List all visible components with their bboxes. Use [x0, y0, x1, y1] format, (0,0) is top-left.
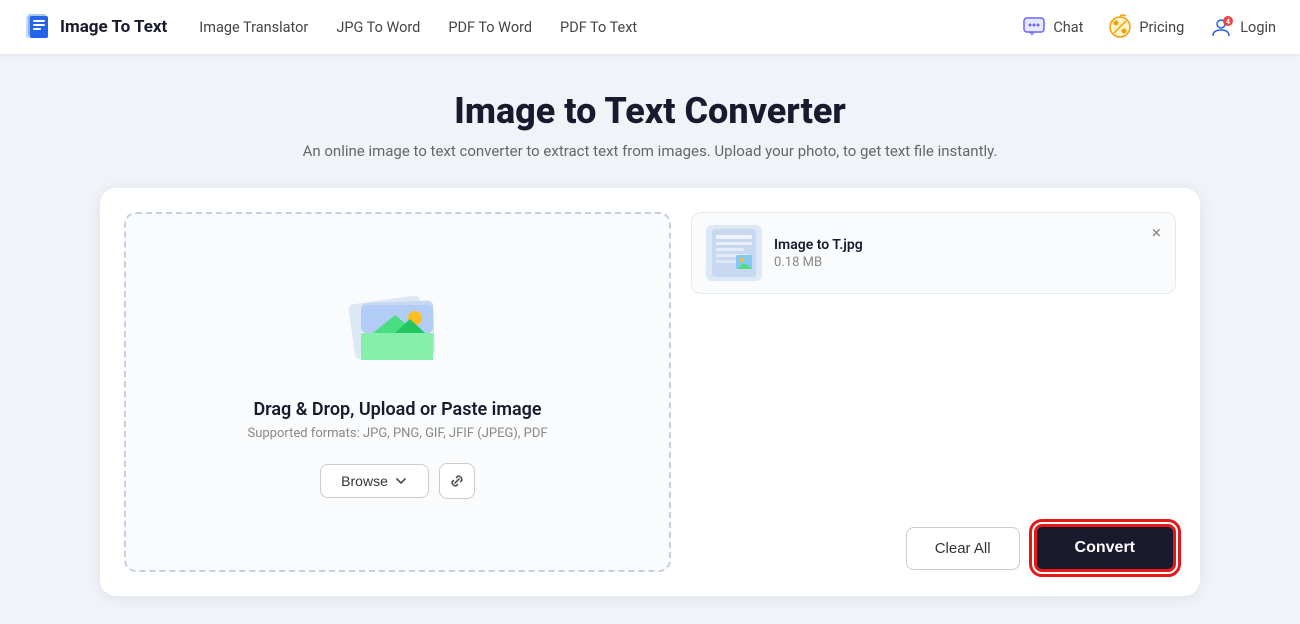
- file-thumbnail: [706, 225, 762, 281]
- brand-name: Image To Text: [60, 17, 167, 37]
- nav-pdf-to-word[interactable]: PDF To Word: [448, 19, 532, 36]
- convert-button[interactable]: Convert: [1034, 524, 1176, 572]
- drop-image-icon: [343, 285, 453, 375]
- main-content: Image to Text Converter An online image …: [0, 54, 1300, 620]
- chat-label: Chat: [1053, 19, 1083, 36]
- clear-all-button[interactable]: Clear All: [906, 527, 1020, 570]
- login-label: Login: [1240, 19, 1276, 36]
- file-size: 0.18 MB: [774, 255, 1161, 270]
- file-list-pane: Image to T.jpg 0.18 MB × Clear All Conve…: [671, 212, 1176, 572]
- browse-button[interactable]: Browse: [320, 464, 429, 498]
- link-icon: [448, 472, 466, 490]
- file-name: Image to T.jpg: [774, 237, 1161, 253]
- chat-icon: [1021, 14, 1047, 40]
- brand-logo[interactable]: Image To Text: [24, 13, 167, 41]
- nav-pdf-to-text[interactable]: PDF To Text: [560, 19, 637, 36]
- drop-zone[interactable]: Drag & Drop, Upload or Paste image Suppo…: [124, 212, 671, 572]
- page-title: Image to Text Converter: [454, 90, 846, 132]
- file-item: Image to T.jpg 0.18 MB ×: [691, 212, 1176, 294]
- action-row: Clear All Convert: [691, 508, 1176, 572]
- navbar: Image To Text Image Translator JPG To Wo…: [0, 0, 1300, 54]
- logo-icon: [24, 13, 52, 41]
- pricing-icon: [1107, 14, 1133, 40]
- drop-subtitle: Supported formats: JPG, PNG, GIF, JFIF (…: [247, 426, 547, 441]
- drop-title: Drag & Drop, Upload or Paste image: [253, 399, 541, 420]
- page-subtitle: An online image to text converter to ext…: [303, 142, 998, 160]
- drop-icon-wrap: [343, 285, 453, 379]
- pricing-label: Pricing: [1139, 19, 1184, 36]
- chevron-down-icon: [394, 474, 408, 488]
- browse-row: Browse: [320, 463, 475, 499]
- file-thumb-icon: [710, 227, 758, 279]
- nav-image-translator[interactable]: Image Translator: [199, 19, 308, 36]
- file-info: Image to T.jpg 0.18 MB: [774, 237, 1161, 270]
- svg-text:4: 4: [1226, 18, 1230, 26]
- link-button[interactable]: [439, 463, 475, 499]
- file-close-button[interactable]: ×: [1152, 225, 1161, 242]
- nav-right: Chat Pricing 4 Login: [1021, 14, 1276, 40]
- nav-links: Image Translator JPG To Word PDF To Word…: [199, 19, 1021, 36]
- pricing-button[interactable]: Pricing: [1107, 14, 1184, 40]
- converter-card: Drag & Drop, Upload or Paste image Suppo…: [100, 188, 1200, 596]
- nav-jpg-to-word[interactable]: JPG To Word: [336, 19, 420, 36]
- login-button[interactable]: 4 Login: [1208, 14, 1276, 40]
- browse-label: Browse: [341, 473, 388, 489]
- login-icon: 4: [1208, 14, 1234, 40]
- chat-button[interactable]: Chat: [1021, 14, 1083, 40]
